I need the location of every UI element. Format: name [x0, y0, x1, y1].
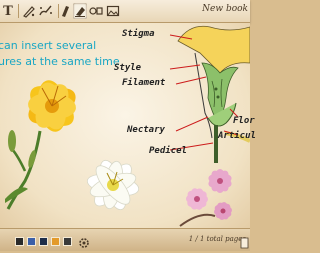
marker-tool-button[interactable]: [60, 3, 72, 19]
text-tool-button[interactable]: T: [2, 3, 14, 19]
eraser-tool-button[interactable]: [73, 3, 87, 19]
flower-label[interactable]: Flor: [233, 116, 255, 126]
gear-icon: [79, 238, 89, 248]
toolbar-divider: [18, 4, 19, 18]
color-swatch-black[interactable]: [15, 237, 24, 246]
color-swatch-navy[interactable]: [39, 237, 48, 246]
text-tool-icon: T: [3, 3, 13, 19]
filament-label[interactable]: Filament: [122, 78, 165, 88]
flower-cross-section-diagram[interactable]: [150, 23, 250, 163]
eraser-icon: [75, 7, 85, 17]
note-line: can insert several: [0, 39, 97, 52]
pink-blossom-image[interactable]: [175, 161, 245, 231]
page-indicator: 1 / 1 total pages: [188, 235, 246, 243]
brush-tool-button[interactable]: [38, 3, 54, 19]
brush-icon: [39, 5, 52, 16]
color-swatch-orange[interactable]: [51, 237, 60, 246]
color-swatch-blue[interactable]: [27, 237, 36, 246]
toolbar-divider: [58, 4, 59, 18]
shape-tool-button[interactable]: [88, 3, 104, 19]
drawing-canvas[interactable]: can insert several ures at the same time: [0, 23, 256, 231]
handwritten-note[interactable]: can insert several ures at the same time: [0, 38, 120, 70]
page-corner-icon[interactable]: [240, 234, 249, 253]
note-line: ures at the same time: [0, 55, 120, 68]
pedicel-label[interactable]: Pedicel: [149, 146, 187, 156]
nectary-label[interactable]: Nectary: [127, 125, 165, 135]
shape-icon: [89, 7, 103, 15]
pen-tool-button[interactable]: [22, 3, 36, 19]
color-swatch-gray[interactable]: [63, 237, 72, 246]
marker-icon: [62, 6, 69, 17]
pen-icon: [23, 6, 35, 18]
articulation-label[interactable]: Articul: [218, 131, 256, 141]
bottom-bar: 1 / 1 total pages: [0, 228, 250, 251]
palette-gear-button[interactable]: [78, 234, 90, 253]
image-icon: [106, 5, 120, 17]
stigma-label[interactable]: Stigma: [122, 29, 155, 39]
image-tool-button[interactable]: [106, 3, 120, 19]
white-lily-image[interactable]: [78, 145, 148, 225]
book-title[interactable]: New book: [202, 4, 248, 14]
style-label[interactable]: Style: [114, 63, 141, 73]
top-toolbar: T New book: [0, 0, 250, 23]
